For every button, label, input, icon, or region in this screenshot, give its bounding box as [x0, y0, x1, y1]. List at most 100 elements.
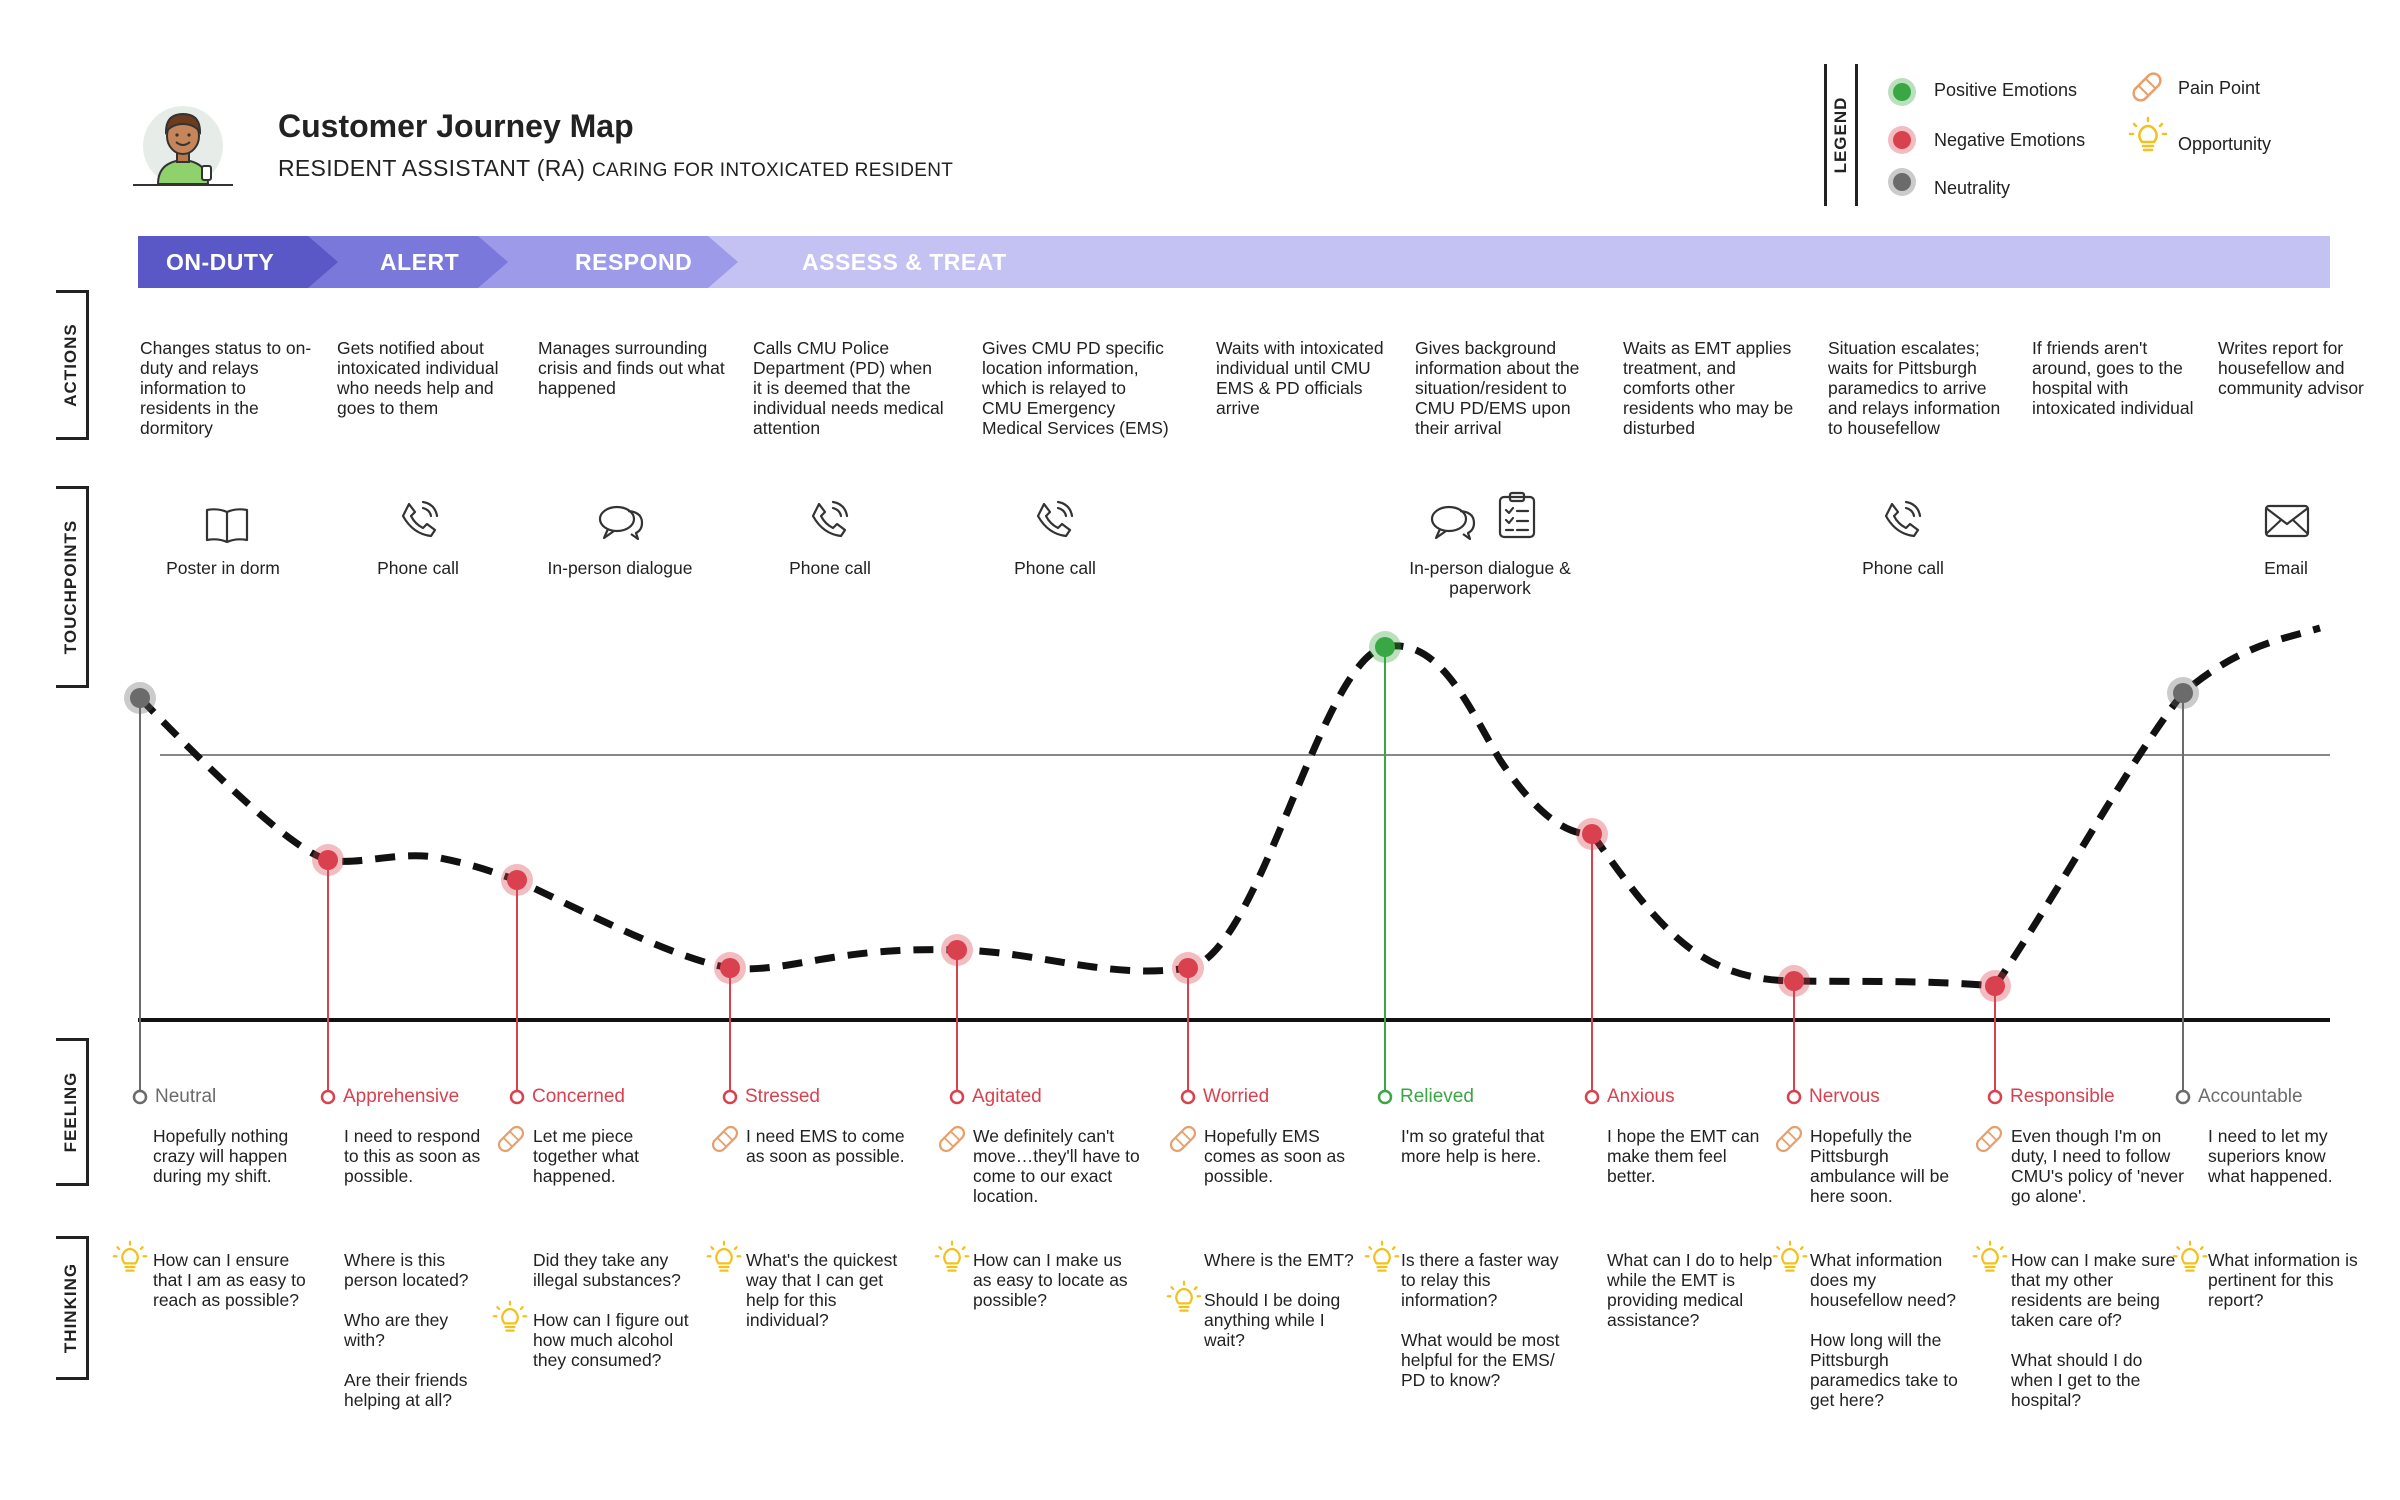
- legend-pain-point: Pain Point: [2178, 78, 2261, 98]
- phase-on-duty: ON-DUTY: [166, 249, 275, 275]
- touchpoint-phone-2: Phone call: [789, 558, 871, 578]
- point-anxious: [1576, 818, 1608, 850]
- thinking-8-1: What can I do to help while the EMT is p…: [1607, 1250, 1773, 1330]
- thinking-3-2: How can I figure out how much alcohol th…: [533, 1310, 689, 1370]
- feeling-label-worried: Worried: [1203, 1086, 1270, 1107]
- point-worried: [1172, 952, 1204, 984]
- feeling-label-apprehensive: Apprehensive: [343, 1086, 460, 1107]
- feeling-quote-10: Even though I'm on duty, I need to follo…: [2011, 1126, 2184, 1206]
- section-thinking-box: THINKING: [56, 1236, 89, 1380]
- feeling-label-stressed: Stressed: [745, 1086, 820, 1107]
- bandage-icon: [2132, 72, 2162, 102]
- bandage-icon: [1975, 1125, 2003, 1153]
- lightbulb-icon: [934, 1240, 970, 1272]
- action-11: Writes report for housefellow and commun…: [2218, 338, 2364, 398]
- legend-label-box: LEGEND: [1824, 64, 1858, 206]
- feeling-quote-8: I hope the EMT can make them feel better…: [1607, 1126, 1760, 1186]
- phone-icon: [1884, 500, 1922, 538]
- thinking-6-1: Where is the EMT?: [1204, 1250, 1354, 1270]
- page-title: Customer Journey Map: [278, 108, 634, 144]
- thinking-9-1: What information does my housefellow nee…: [1810, 1250, 1956, 1310]
- thinking-1-1: How can I ensure that I am as easy to re…: [153, 1250, 306, 1310]
- point-responsible: [1979, 970, 2011, 1002]
- feeling-label-nervous: Nervous: [1809, 1086, 1880, 1107]
- emotion-curve: [137, 624, 2322, 990]
- point-relieved: [1369, 631, 1401, 663]
- feeling-quote-2: I need to respond to this as soon as pos…: [344, 1126, 481, 1186]
- point-neutral: [124, 682, 156, 714]
- feeling-label-responsible: Responsible: [2010, 1086, 2115, 1107]
- marker-neutral: [132, 1089, 148, 1105]
- thinking-2-1: Where is this person located?: [344, 1250, 469, 1290]
- phone-icon: [401, 500, 439, 538]
- phase-respond: RESPOND: [575, 249, 693, 275]
- thinking-5-1: How can I make us as easy to locate as p…: [973, 1250, 1128, 1310]
- action-1: Changes status to on-duty and relays inf…: [140, 338, 312, 438]
- lightbulb-icon: [706, 1240, 742, 1272]
- point-apprehensive: [312, 844, 344, 876]
- lightbulb-icon: [1364, 1240, 1400, 1272]
- point-stressed: [714, 952, 746, 984]
- feeling-label-concerned: Concerned: [532, 1086, 625, 1107]
- legend-label: LEGEND: [1831, 96, 1850, 174]
- feeling-label-anxious: Anxious: [1607, 1086, 1675, 1107]
- clipboard-icon: [1498, 491, 1536, 539]
- thinking-2-2: Who are they with?: [344, 1310, 449, 1350]
- point-accountable: [2167, 677, 2199, 709]
- feeling-label-relieved: Relieved: [1400, 1086, 1474, 1107]
- point-agitated: [941, 934, 973, 966]
- phase-bar: [138, 236, 2330, 288]
- feeling-quote-4: I need EMS to come as soon as possible.: [746, 1126, 905, 1166]
- touchpoint-email: Email: [2264, 558, 2308, 578]
- phase-assess-treat: ASSESS & TREAT: [802, 249, 1007, 275]
- lightbulb-icon: [1972, 1240, 2008, 1272]
- touchpoint-dialogue: In-person dialogue: [547, 558, 693, 578]
- bandage-icon: [497, 1125, 525, 1153]
- legend-negative-dot: [1888, 126, 1916, 154]
- marker-anxious: [1584, 1089, 1600, 1105]
- lightbulb-icon: [2128, 116, 2168, 152]
- legend-neutral-dot: [1888, 168, 1916, 196]
- feeling-label-agitated: Agitated: [972, 1086, 1042, 1107]
- chat-icon: [1430, 505, 1476, 541]
- thinking-10-2: What should I do when I get to the hospi…: [2011, 1350, 2143, 1410]
- legend-neutral: Neutrality: [1934, 178, 2011, 198]
- feeling-label-accountable: Accountable: [2198, 1086, 2303, 1107]
- feeling-label-neutral: Neutral: [155, 1086, 217, 1107]
- marker-agitated: [949, 1089, 965, 1105]
- touchpoint-phone-1: Phone call: [377, 558, 459, 578]
- touchpoint-phone-4: Phone call: [1862, 558, 1944, 578]
- point-nervous: [1778, 965, 1810, 997]
- action-2: Gets notified about intoxicated individu…: [337, 338, 499, 418]
- marker-responsible: [1987, 1089, 2003, 1105]
- thinking-3-1: Did they take any illegal substances?: [533, 1250, 681, 1290]
- thinking-4-1: What's the quickest way that I can get h…: [746, 1250, 898, 1330]
- thinking-6-2: Should I be doing anything while I wait?: [1204, 1290, 1341, 1350]
- bandage-icon: [711, 1125, 739, 1153]
- marker-nervous: [1786, 1089, 1802, 1105]
- feeling-quote-1: Hopefully nothing crazy will happen duri…: [153, 1126, 289, 1186]
- thinking-7-2: What would be most helpful for the EMS/ …: [1401, 1330, 1560, 1390]
- action-4: Calls CMU Police Department (PD) when it…: [753, 338, 944, 438]
- action-9: Situation escalates; waits for Pittsburg…: [1828, 338, 2001, 438]
- feeling-quote-11: I need to let my superiors know what hap…: [2208, 1126, 2333, 1186]
- action-8: Waits as EMT applies treatment, and comf…: [1623, 338, 1794, 438]
- feeling-quote-9: Hopefully the Pittsburgh ambulance will …: [1810, 1126, 1950, 1206]
- action-5: Gives CMU PD specific location informati…: [982, 338, 1169, 438]
- thinking-9-2: How long will the Pittsburgh paramedics …: [1810, 1330, 1958, 1410]
- marker-concerned: [509, 1089, 525, 1105]
- action-10: If friends aren't around, goes to the ho…: [2032, 338, 2194, 418]
- subtitle-scenario: CARING FOR INTOXICATED RESIDENT: [591, 160, 954, 181]
- phone-icon: [1036, 500, 1074, 538]
- book-icon: [205, 508, 249, 544]
- subtitle-role: RESIDENT ASSISTANT (RA): [278, 155, 586, 181]
- thinking-2-3: Are their friends helping at all?: [344, 1370, 468, 1410]
- action-3: Manages surrounding crisis and finds out…: [538, 338, 725, 398]
- section-thinking: THINKING: [61, 1262, 80, 1354]
- chat-icon: [598, 505, 644, 541]
- phase-alert: ALERT: [380, 249, 460, 275]
- feeling-quote-7: I'm so grateful that more help is here.: [1401, 1126, 1545, 1166]
- action-6: Waits with intoxicated individual until …: [1216, 338, 1384, 418]
- emotion-curve-chart: [124, 624, 2330, 1105]
- action-7: Gives background information about the s…: [1415, 338, 1580, 438]
